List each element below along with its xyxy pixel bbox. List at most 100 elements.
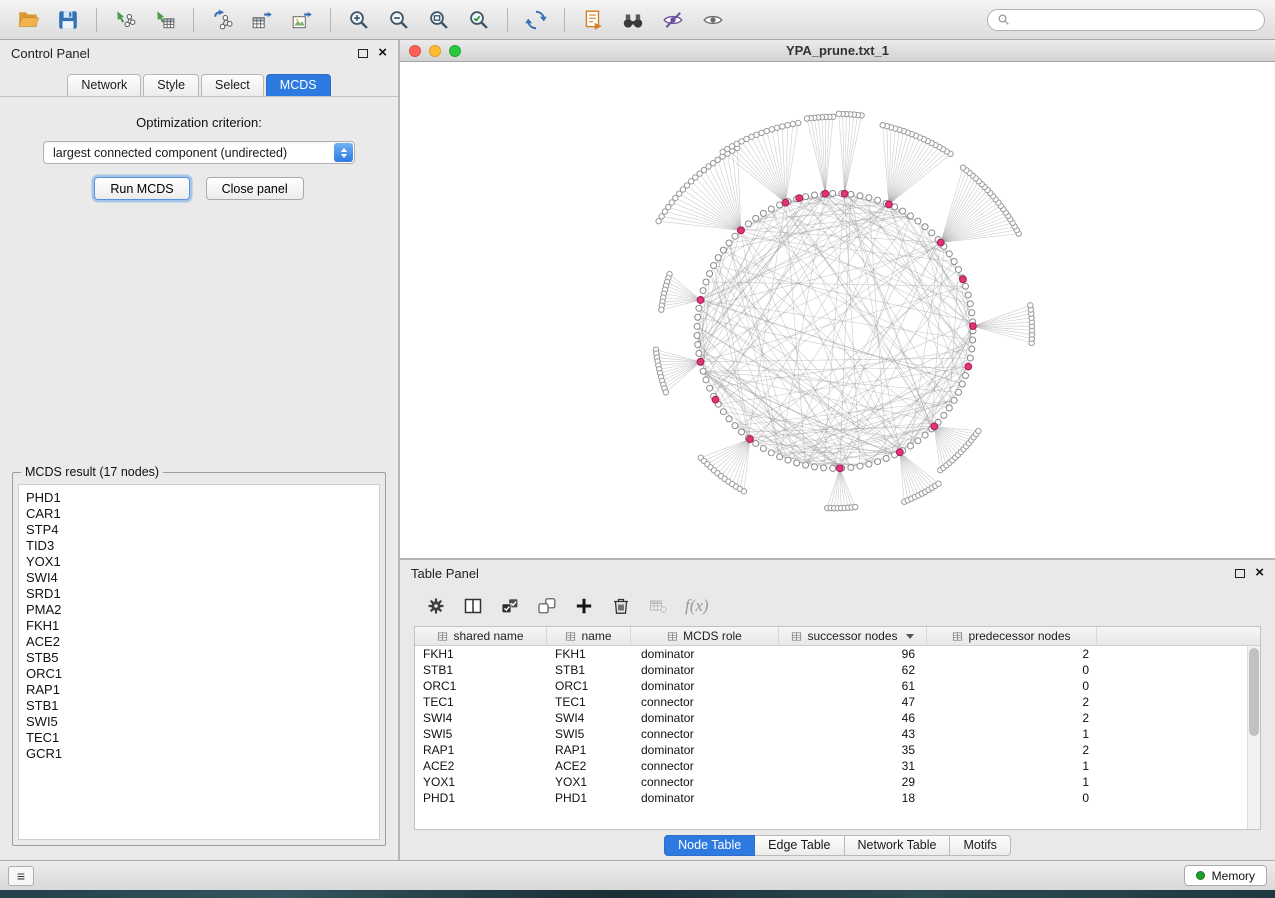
optimization-criterion-label: Optimization criterion: — [0, 115, 398, 130]
close-panel-icon[interactable]: × — [378, 48, 387, 58]
network-window-title: YPA_prune.txt_1 — [400, 43, 1275, 58]
window-close-button[interactable] — [409, 45, 421, 57]
network-graph[interactable] — [400, 62, 1275, 558]
tab-select[interactable]: Select — [201, 74, 264, 96]
tab-network-table[interactable]: Network Table — [845, 835, 951, 856]
tab-node-table[interactable]: Node Table — [664, 835, 755, 856]
mcds-result-item[interactable]: STB5 — [19, 650, 379, 666]
table-panel-header: Table Panel × — [400, 560, 1275, 586]
uncheck-all-icon[interactable] — [537, 596, 557, 616]
export-table-button[interactable] — [244, 5, 280, 35]
network-window-titlebar[interactable]: YPA_prune.txt_1 — [400, 40, 1275, 62]
sort-icon — [565, 631, 576, 642]
toolbar-separator — [564, 8, 565, 32]
table-row[interactable]: TEC1TEC1connector472 — [415, 694, 1260, 710]
add-icon[interactable] — [574, 596, 594, 616]
table-row[interactable]: ACE2ACE2connector311 — [415, 758, 1260, 774]
window-minimize-button[interactable] — [429, 45, 441, 57]
float-table-panel-icon[interactable] — [1235, 569, 1245, 578]
tab-motifs[interactable]: Motifs — [950, 835, 1010, 856]
trash-icon[interactable] — [611, 596, 631, 616]
column-header-shared-name[interactable]: shared name — [415, 627, 547, 645]
column-header-predecessor-nodes[interactable]: predecessor nodes — [927, 627, 1097, 645]
refresh-network-button[interactable] — [518, 5, 554, 35]
mcds-result-item[interactable]: TEC1 — [19, 730, 379, 746]
search-input[interactable] — [1016, 13, 1255, 27]
find-button[interactable] — [615, 5, 651, 35]
function-builder-label[interactable]: f(x) — [685, 596, 709, 616]
mcds-result-item[interactable]: TID3 — [19, 538, 379, 554]
table-header-row: shared namenameMCDS rolesuccessor nodesp… — [415, 627, 1260, 646]
mcds-result-item[interactable]: SWI5 — [19, 714, 379, 730]
toolbar-buttons — [10, 5, 731, 35]
mcds-result-item[interactable]: RAP1 — [19, 682, 379, 698]
table-row[interactable]: ORC1ORC1dominator610 — [415, 678, 1260, 694]
tab-mcds[interactable]: MCDS — [266, 74, 331, 96]
column-header-successor-nodes[interactable]: successor nodes — [779, 627, 927, 645]
zoom-fit-icon — [428, 9, 450, 31]
export-image-button[interactable] — [284, 5, 320, 35]
mcds-result-item[interactable]: YOX1 — [19, 554, 379, 570]
close-table-panel-icon[interactable]: × — [1255, 568, 1264, 578]
mcds-result-item[interactable]: GCR1 — [19, 746, 379, 762]
table-cell: TEC1 — [415, 695, 547, 709]
zoom-selected-button[interactable] — [461, 5, 497, 35]
table-cell: STB1 — [415, 663, 547, 677]
zoom-out-button[interactable] — [381, 5, 417, 35]
zoom-in-button[interactable] — [341, 5, 377, 35]
table-disabled-icon[interactable] — [648, 596, 668, 616]
mcds-result-item[interactable]: ORC1 — [19, 666, 379, 682]
gear-icon[interactable] — [426, 596, 446, 616]
import-table-from-file-button[interactable] — [147, 5, 183, 35]
mcds-result-item[interactable]: SRD1 — [19, 586, 379, 602]
run-mcds-button[interactable]: Run MCDS — [94, 177, 189, 200]
table-row[interactable]: PHD1PHD1dominator180 — [415, 790, 1260, 806]
network-snapshot-button[interactable] — [575, 5, 611, 35]
window-zoom-button[interactable] — [449, 45, 461, 57]
table-cell: 0 — [927, 679, 1097, 693]
table-cell: connector — [631, 759, 779, 773]
table-row[interactable]: RAP1RAP1dominator352 — [415, 742, 1260, 758]
task-history-button[interactable]: ≡ — [8, 866, 34, 886]
column-header-name[interactable]: name — [547, 627, 631, 645]
table-row[interactable]: FKH1FKH1dominator962 — [415, 646, 1260, 662]
close-panel-button[interactable]: Close panel — [206, 177, 304, 200]
tab-edge-table[interactable]: Edge Table — [755, 835, 844, 856]
mcds-result-item[interactable]: STP4 — [19, 522, 379, 538]
vertical-scrollbar[interactable] — [1247, 646, 1260, 829]
table-row[interactable]: SWI5SWI5connector431 — [415, 726, 1260, 742]
column-header-MCDS-role[interactable]: MCDS role — [631, 627, 779, 645]
save-session-button[interactable] — [50, 5, 86, 35]
optimization-criterion-select[interactable]: largest connected component (undirected) — [43, 141, 355, 164]
scrollbar-thumb[interactable] — [1249, 648, 1259, 736]
zoom-selected-icon — [468, 9, 490, 31]
table-cell: ORC1 — [547, 679, 631, 693]
mcds-result-list[interactable]: PHD1CAR1STP4TID3YOX1SWI4SRD1PMA2FKH1ACE2… — [18, 484, 380, 840]
mcds-result-item[interactable]: ACE2 — [19, 634, 379, 650]
memory-button[interactable]: Memory — [1184, 865, 1267, 886]
columns-icon[interactable] — [463, 596, 483, 616]
check-all-icon[interactable] — [500, 596, 520, 616]
mcds-result-item[interactable]: SWI4 — [19, 570, 379, 586]
mcds-result-item[interactable]: STB1 — [19, 698, 379, 714]
mcds-result-item[interactable]: CAR1 — [19, 506, 379, 522]
mcds-result-item[interactable]: PMA2 — [19, 602, 379, 618]
table-panel: Table Panel × f(x) shared namenameMCDS r… — [400, 560, 1275, 860]
search-field[interactable] — [987, 9, 1265, 31]
zoom-fit-button[interactable] — [421, 5, 457, 35]
table-cell: connector — [631, 775, 779, 789]
tab-network[interactable]: Network — [67, 74, 141, 96]
table-row[interactable]: SWI4SWI4dominator462 — [415, 710, 1260, 726]
mcds-result-item[interactable]: PHD1 — [19, 490, 379, 506]
show-all-button[interactable] — [695, 5, 731, 35]
hide-selected-button[interactable] — [655, 5, 691, 35]
open-file-button[interactable] — [10, 5, 46, 35]
table-row[interactable]: YOX1YOX1connector291 — [415, 774, 1260, 790]
network-canvas[interactable] — [400, 62, 1275, 560]
float-panel-icon[interactable] — [358, 49, 368, 58]
table-row[interactable]: STB1STB1dominator620 — [415, 662, 1260, 678]
import-network-from-file-button[interactable] — [107, 5, 143, 35]
mcds-result-item[interactable]: FKH1 — [19, 618, 379, 634]
tab-style[interactable]: Style — [143, 74, 199, 96]
export-network-button[interactable] — [204, 5, 240, 35]
